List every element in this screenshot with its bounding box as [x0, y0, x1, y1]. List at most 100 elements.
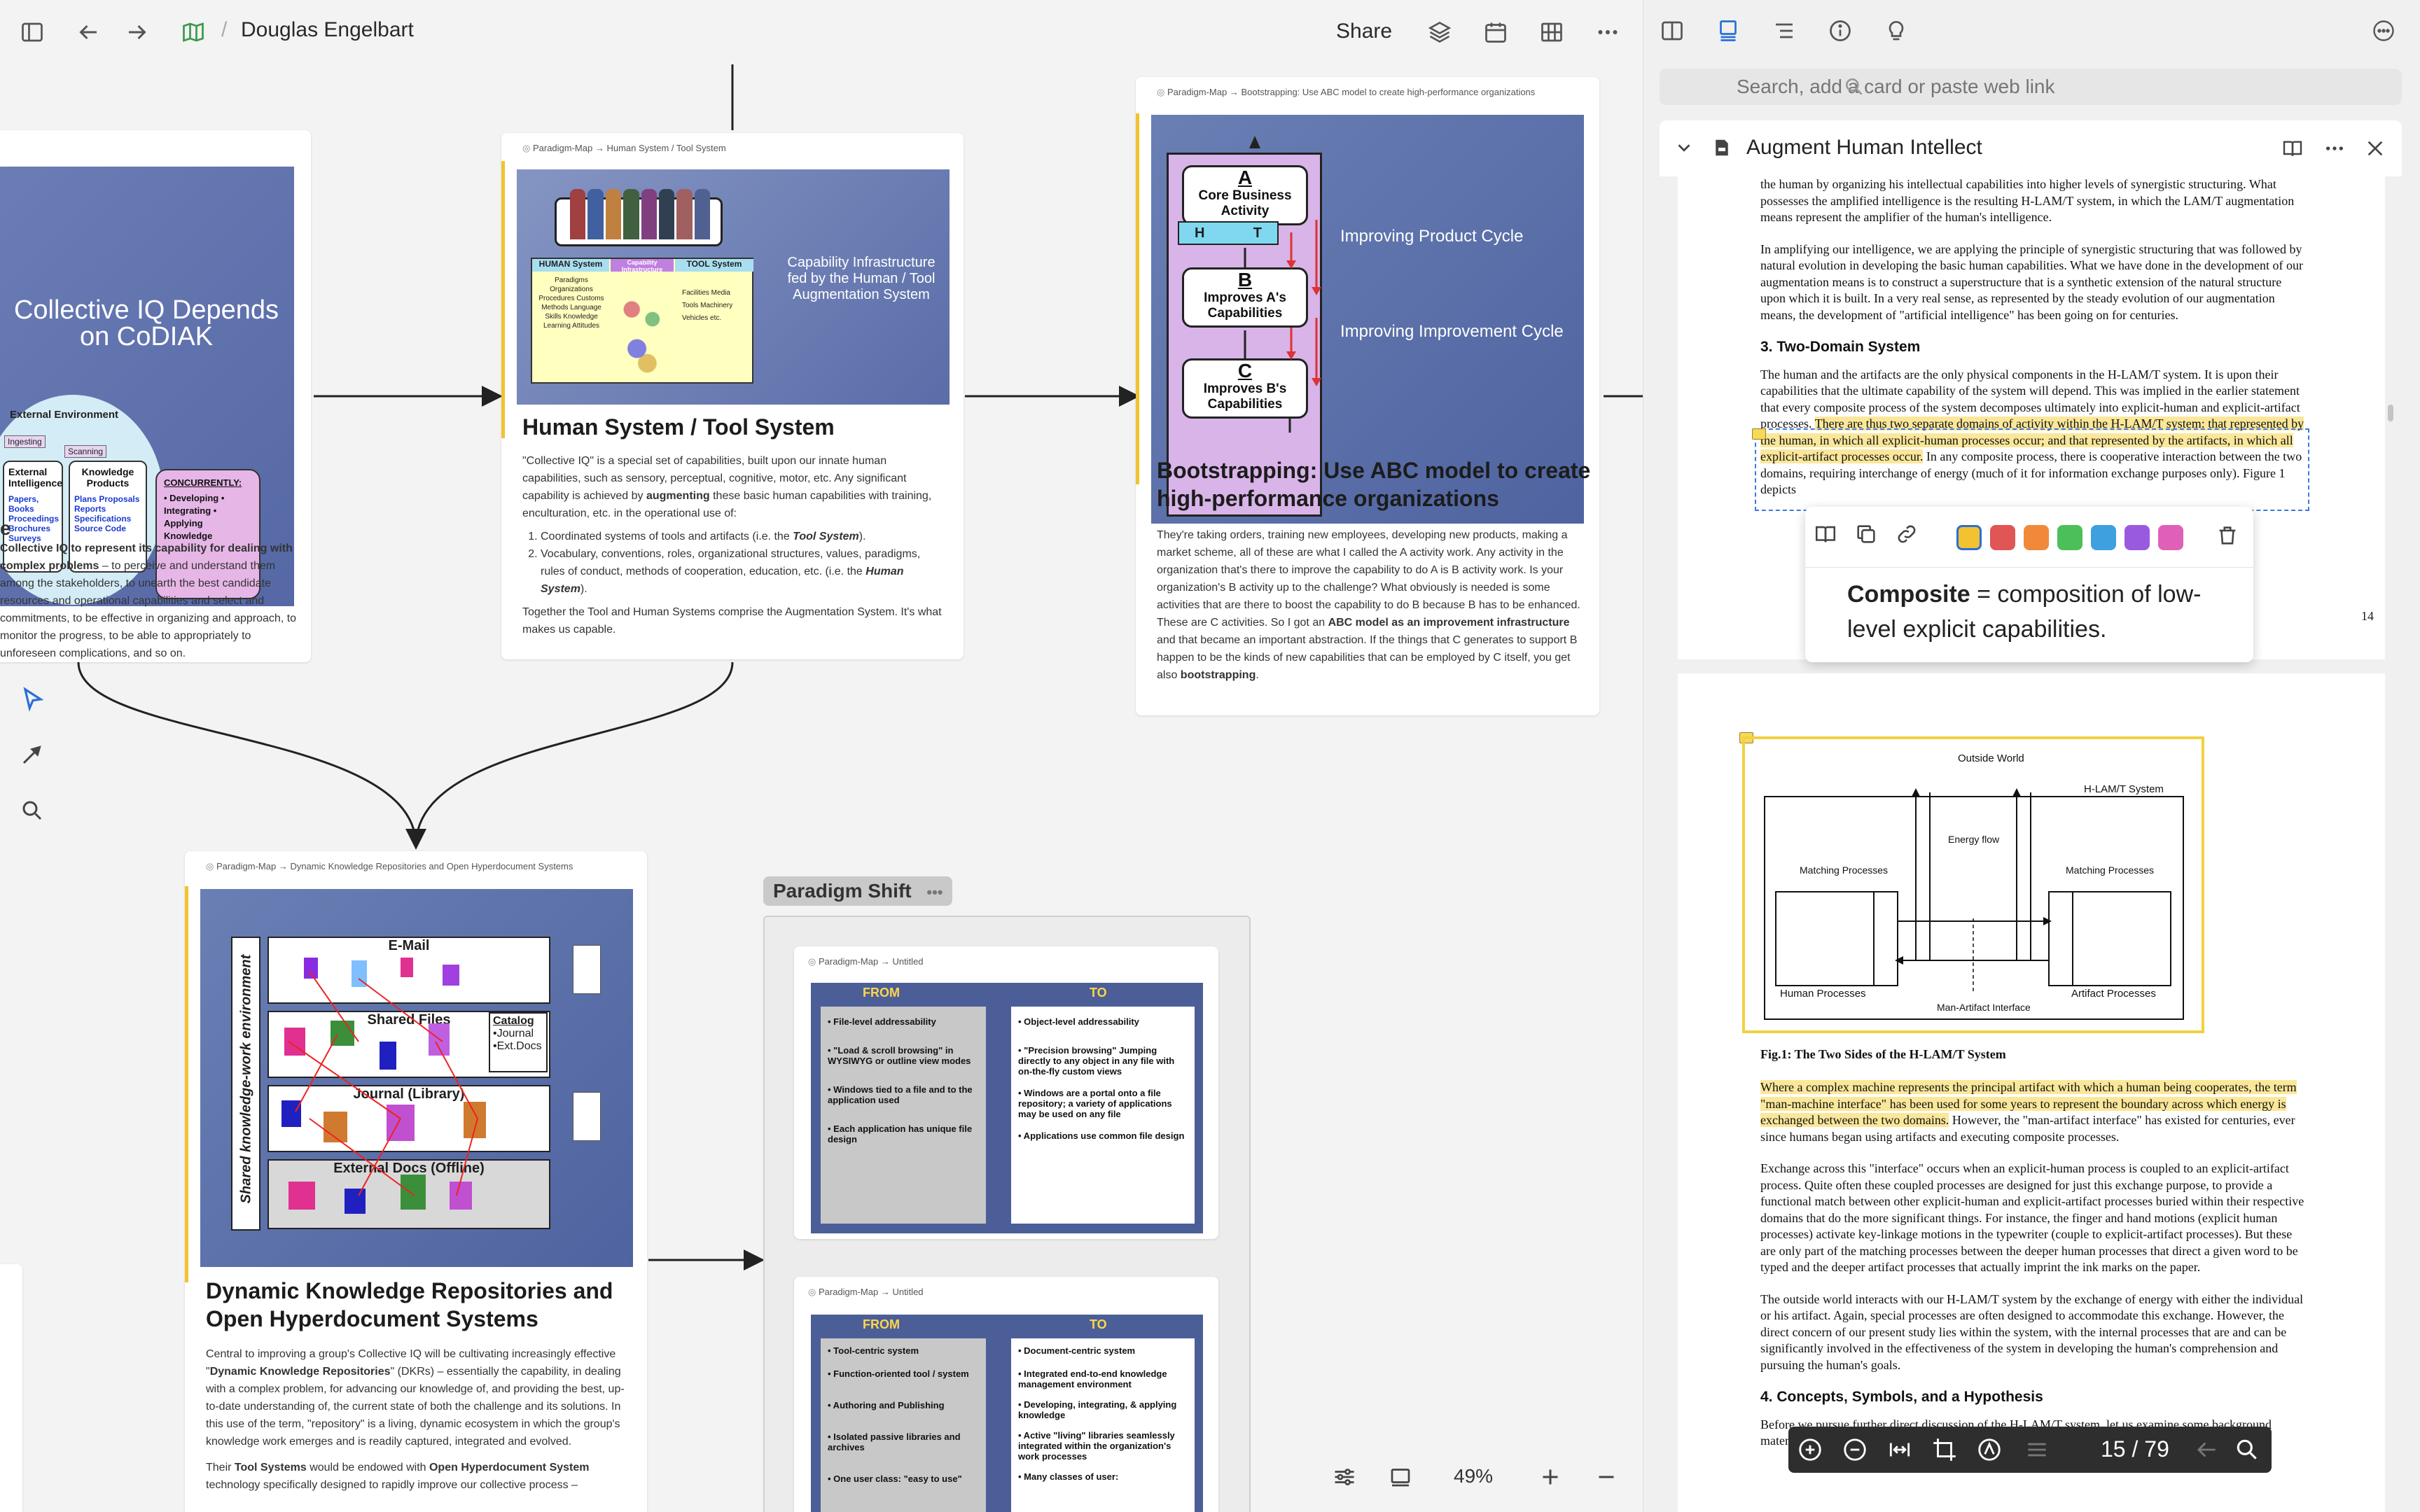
card-breadcrumb: Paradigm-Map → Dynamic Knowledge Reposit… — [206, 861, 573, 872]
zoom-level[interactable]: 49% — [1454, 1465, 1493, 1488]
slide-human-tool: HUMAN System Capability Infrastructure T… — [517, 169, 950, 405]
card-title: Human System / Tool System — [522, 414, 835, 440]
sliders-icon[interactable] — [1332, 1464, 1360, 1492]
pdf-toolbar: 15 / 79 — [1788, 1427, 2272, 1473]
link-icon[interactable] — [1895, 522, 1923, 550]
slide-dkr: Shared knowledge-work environment E-Mail… — [200, 889, 633, 1267]
pdf-paragraph: The outside world interacts with our H-L… — [1760, 1292, 2304, 1372]
list-item: Vocabulary, conventions, roles, organiza… — [541, 545, 943, 598]
slide-capabilities-graphic — [616, 280, 668, 378]
fit-width-icon[interactable] — [1886, 1436, 1913, 1466]
previous-arrow-icon[interactable] — [2193, 1436, 2220, 1466]
pdf-paragraph: the human by organizing his intellectual… — [1760, 177, 2295, 224]
reader-icon[interactable] — [2281, 137, 2307, 162]
pdf-icon — [1711, 137, 1734, 160]
panel-layout-icon[interactable] — [1660, 18, 1688, 46]
figure-caption: Fig.1: The Two Sides of the H-LAM/T Syst… — [1760, 1047, 2006, 1061]
card-title: Dynamic Knowledge Repositories and Open … — [206, 1278, 613, 1331]
card-body: Central to improving a group's Collectiv… — [206, 1348, 625, 1491]
slide-caption-product: Improving Product Cycle — [1340, 227, 1524, 246]
fig-label-artifact-processes: Artifact Processes — [2071, 988, 2156, 1000]
card-breadcrumb: Paradigm-Map → Human System / Tool Syste… — [522, 143, 726, 154]
fit-view-icon[interactable] — [1388, 1464, 1416, 1492]
color-swatch-red[interactable] — [1990, 525, 2015, 550]
crop-icon[interactable] — [1931, 1436, 1958, 1466]
highlight-note[interactable]: Composite = composition of low-level exp… — [1847, 577, 2239, 647]
card-body: "Collective IQ" is a special set of capa… — [522, 452, 943, 638]
card-title: Bootstrapping: Use ABC model to create h… — [1157, 458, 1591, 511]
card-view-icon[interactable] — [1716, 18, 1744, 46]
zoom-in-icon[interactable] — [1538, 1464, 1566, 1492]
pdf-paragraph: Exchange across this "interface" occurs … — [1760, 1161, 2304, 1274]
panel-more-icon[interactable] — [2371, 18, 2399, 46]
from-column: • File-level addressability • "Load & sc… — [821, 1007, 986, 1224]
group-label[interactable]: Paradigm Shift ••• — [763, 876, 953, 906]
card-offscreen-left[interactable] — [0, 1264, 22, 1512]
color-swatch-purple[interactable] — [2125, 525, 2150, 550]
search-canvas-icon[interactable] — [20, 798, 48, 826]
annotate-icon[interactable] — [1976, 1436, 2003, 1466]
close-icon[interactable] — [2364, 137, 2389, 162]
group-more-icon[interactable]: ••• — [926, 883, 943, 901]
color-swatch-green[interactable] — [2057, 525, 2082, 550]
card-paradigm-shift-2[interactable]: Paradigm-Map → Untitled FROM TO • Tool-c… — [794, 1277, 1218, 1512]
card-paradigm-shift-1[interactable]: Paradigm-Map → Untitled FROM TO • File-l… — [794, 946, 1218, 1239]
slide-doc-icon — [573, 945, 601, 994]
card-dkr[interactable]: Paradigm-Map → Dynamic Knowledge Reposit… — [185, 851, 647, 1512]
fig-label-outside-world: Outside World — [1958, 752, 2024, 764]
color-swatch-orange[interactable] — [2024, 525, 2049, 550]
pdf-scrollbar[interactable] — [2388, 405, 2393, 421]
select-tool-icon[interactable] — [20, 686, 48, 714]
info-icon[interactable] — [1828, 18, 1856, 46]
slide-dkr-graphic — [281, 958, 486, 1214]
lightbulb-icon[interactable] — [1884, 18, 1912, 46]
color-swatch-blue[interactable] — [2091, 525, 2116, 550]
fig-label-matching-left: Matching Processes — [1800, 864, 1888, 876]
pdf-page-15: Outside World H-LAM/T System Human Proce… — [1678, 673, 2385, 1512]
slide-side-bar: Shared knowledge-work environment — [231, 937, 260, 1231]
slide-from-to-2: FROM TO • Tool-centric system • Function… — [811, 1315, 1203, 1512]
connector-iq-dkr — [77, 662, 426, 850]
fig-label-human-processes: Human Processes — [1780, 988, 1866, 1000]
outline-icon[interactable] — [1772, 18, 1800, 46]
trash-icon[interactable] — [2216, 524, 2244, 552]
card-breadcrumb: Paradigm-Map → Untitled — [808, 1287, 924, 1298]
card-breadcrumb: Paradigm-Map → Untitled — [808, 956, 924, 967]
document-title: Augment Human Intellect — [1746, 136, 1982, 159]
fig-label-matching-right: Matching Processes — [2066, 864, 2154, 876]
list-icon[interactable] — [2024, 1436, 2050, 1466]
document-more-icon[interactable] — [2323, 137, 2349, 162]
from-column: • Tool-centric system • Function-oriente… — [821, 1338, 986, 1512]
from-header: FROM — [863, 986, 900, 1000]
highlight-popup: Composite = composition of low-level exp… — [1805, 507, 2253, 662]
zoom-out-icon[interactable] — [1594, 1464, 1622, 1492]
chevron-down-icon[interactable] — [1674, 137, 1696, 160]
popup-reader-icon[interactable] — [1814, 522, 1842, 550]
pdf-search-icon[interactable] — [2234, 1436, 2260, 1466]
zoom-out-pdf-icon[interactable] — [1842, 1436, 1868, 1466]
connector-tool-icon[interactable] — [20, 742, 48, 770]
fig-label-interface: Man-Artifact Interface — [1937, 1002, 2031, 1013]
slide-title: Collective IQ Depends on CoDIAK — [13, 295, 279, 351]
zoom-in-pdf-icon[interactable] — [1797, 1436, 1823, 1466]
to-header: TO — [1090, 1317, 1107, 1331]
card-human-tool-system[interactable]: Paradigm-Map → Human System / Tool Syste… — [501, 133, 964, 659]
copy-icon[interactable] — [1854, 522, 1882, 550]
note-marker-icon[interactable] — [1752, 428, 1766, 440]
page-number-label: 14 — [2361, 609, 2374, 623]
card-body: They're taking orders, training new empl… — [1157, 529, 1580, 681]
slide-env-label: External Environment — [10, 409, 119, 421]
search-icon — [1843, 76, 1867, 99]
page-indicator[interactable]: 15 / 79 — [2101, 1436, 2169, 1462]
color-swatch-yellow[interactable] — [1956, 525, 1982, 550]
color-swatch-pink[interactable] — [2158, 525, 2183, 550]
slide-people-graphic — [570, 189, 710, 239]
slide-caption: Capability Infrastructure fed by the Hum… — [787, 255, 936, 302]
connector-hsts-dkr — [415, 662, 734, 846]
pdf-heading: 3. Two-Domain System — [1760, 339, 1921, 355]
card-bootstrapping[interactable]: Paradigm-Map → Bootstrapping: Use ABC mo… — [1136, 77, 1599, 715]
slide-scanning: Scanning — [64, 445, 107, 458]
to-column: • Document-centric system • Integrated e… — [1011, 1338, 1195, 1512]
search-input[interactable] — [1660, 69, 2402, 105]
figure-hlamt-system: Outside World H-LAM/T System Human Proce… — [1764, 752, 2184, 1020]
